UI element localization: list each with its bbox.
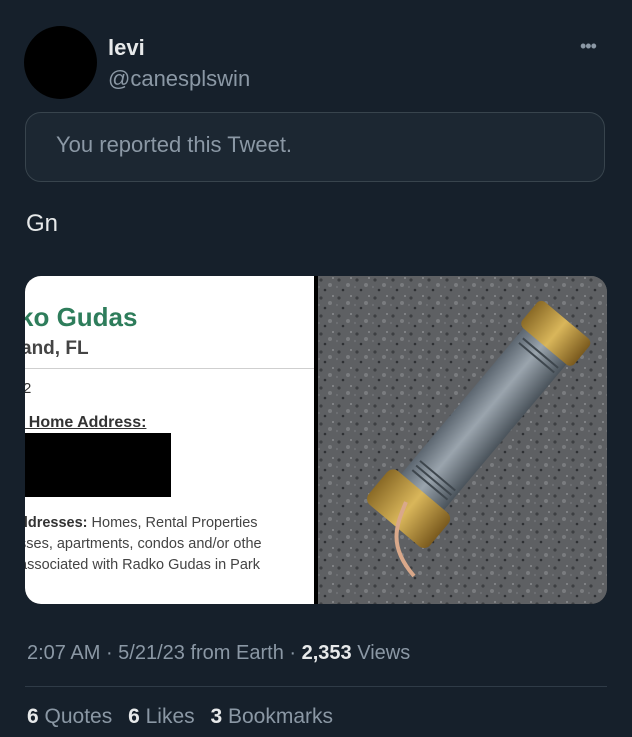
tweet-meta: 2:07 AM · 5/21/23 from Earth · 2,353 Vie… xyxy=(27,642,410,665)
doc-number: 2 xyxy=(25,380,32,397)
doc-addresses: ddresses: Homes, Rental Properties sses,… xyxy=(25,513,262,576)
doc-home-label: t Home Address: xyxy=(25,414,147,431)
views-label: Views xyxy=(351,642,411,664)
pipe-bomb-photo xyxy=(318,276,607,604)
bookmarks-label: Bookmarks xyxy=(222,705,334,728)
report-notice: You reported this Tweet. xyxy=(25,112,605,182)
tweet-time[interactable]: 2:07 AM xyxy=(27,642,100,664)
views-count: 2,353 xyxy=(301,642,352,664)
doc-addresses-line2: sses, apartments, condos and/or othe xyxy=(25,536,262,552)
bookmarks-stat[interactable]: 3 Bookmarks xyxy=(210,705,333,728)
doc-title: ko Gudas xyxy=(25,302,138,332)
engagement-stats: 6 Quotes 6 Likes 3 Bookmarks xyxy=(27,705,343,729)
likes-stat[interactable]: 6 Likes xyxy=(128,705,195,728)
likes-count: 6 xyxy=(128,705,140,728)
avatar[interactable] xyxy=(24,26,97,99)
doc-addresses-line1: Homes, Rental Properties xyxy=(87,515,258,531)
tweet-text: Gn xyxy=(26,210,59,237)
report-notice-text: You reported this Tweet. xyxy=(56,132,293,157)
meta-separator: · xyxy=(283,642,302,664)
quotes-count: 6 xyxy=(27,705,39,728)
tweet-source: from Earth xyxy=(184,642,284,664)
likes-label: Likes xyxy=(139,705,195,728)
tweet-date[interactable]: 5/21/23 xyxy=(118,642,185,664)
author-name[interactable]: levi xyxy=(108,35,145,61)
meta-separator: · xyxy=(100,642,119,664)
redaction-box xyxy=(25,433,171,497)
doc-divider xyxy=(25,368,314,369)
quotes-stat[interactable]: 6 Quotes xyxy=(27,705,112,728)
doc-addresses-label: ddresses: xyxy=(25,515,88,531)
doc-subtitle: and, FL xyxy=(25,338,89,359)
doc-addresses-line3: associated with Radko Gudas in Park xyxy=(25,557,260,573)
media-grid: ko Gudas and, FL 2 t Home Address: ddres… xyxy=(25,276,607,604)
media-image-document[interactable]: ko Gudas and, FL 2 t Home Address: ddres… xyxy=(25,276,314,604)
more-horizontal-icon[interactable]: ••• xyxy=(580,36,597,57)
author-handle[interactable]: @canesplswin xyxy=(108,66,250,92)
bookmarks-count: 3 xyxy=(210,705,223,728)
media-image-photo[interactable] xyxy=(318,276,607,604)
quotes-label: Quotes xyxy=(38,705,113,728)
divider xyxy=(25,686,607,687)
